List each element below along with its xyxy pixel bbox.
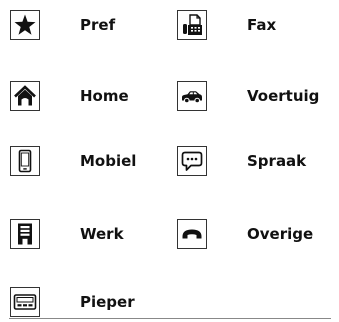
legend-item-voertuig: Voertuig	[177, 79, 319, 113]
legend-item-fax: Fax	[177, 8, 276, 42]
legend-item-werk: Werk	[10, 217, 124, 251]
legend-label-pref: Pref	[80, 15, 116, 34]
legend-label-overige: Overige	[247, 224, 314, 243]
speech-bubble-icon	[177, 146, 207, 176]
legend-label-spraak: Spraak	[247, 151, 307, 170]
office-building-icon	[10, 219, 40, 249]
legend-item-home: Home	[10, 79, 129, 113]
legend-label-voertuig: Voertuig	[247, 86, 320, 105]
legend-label-pieper: Pieper	[80, 292, 135, 311]
car-icon	[177, 81, 207, 111]
pager-icon	[10, 287, 40, 317]
legend-item-pref: Pref	[10, 8, 115, 42]
legend-item-pieper: Pieper	[10, 285, 135, 319]
legend-label-fax: Fax	[247, 15, 277, 34]
legend-label-home: Home	[80, 86, 129, 105]
legend-label-mobiel: Mobiel	[80, 151, 137, 170]
bottom-divider	[9, 318, 331, 319]
legend-item-spraak: Spraak	[177, 144, 306, 178]
legend-item-overige: Overige	[177, 217, 313, 251]
star-icon	[10, 10, 40, 40]
phone-handset-icon	[177, 219, 207, 249]
home-icon	[10, 81, 40, 111]
mobile-phone-icon	[10, 146, 40, 176]
legend-label-werk: Werk	[80, 224, 124, 243]
fax-icon	[177, 10, 207, 40]
legend-item-mobiel: Mobiel	[10, 144, 136, 178]
